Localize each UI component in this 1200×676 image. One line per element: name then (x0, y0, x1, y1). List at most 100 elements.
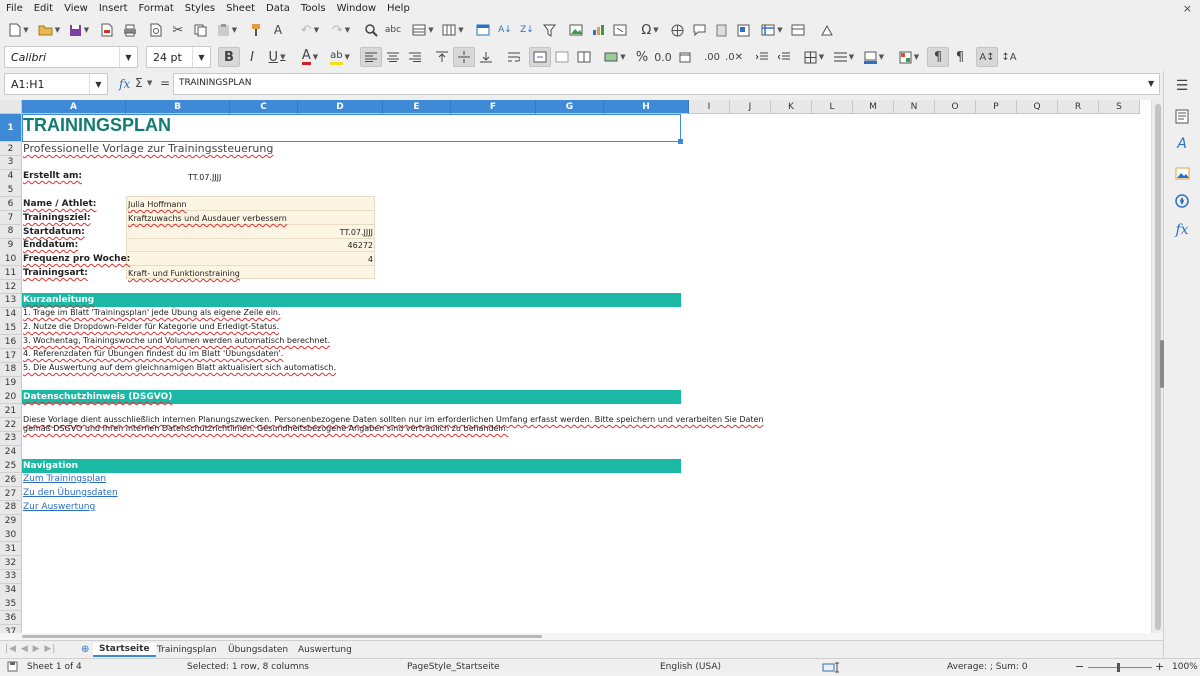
row-header[interactable]: 3 (0, 155, 22, 170)
row-header[interactable]: 5 (0, 183, 22, 198)
guide-line-cell[interactable]: 3. Wochentag, Trainingswoche und Volumen… (23, 336, 330, 345)
conditional-format-icon[interactable]: ▼ (895, 47, 923, 67)
privacy-text-cell[interactable]: gemäß DSGVO und Ihren internen Datenschu… (23, 424, 508, 433)
redo-icon[interactable]: ↷ ▼ (327, 20, 355, 40)
row-header[interactable]: 23 (0, 431, 22, 446)
row-header[interactable]: 11 (0, 266, 22, 281)
vertical-text-ltr-icon[interactable]: A↕ (976, 47, 998, 67)
row-header[interactable]: 8 (0, 224, 22, 239)
row-header[interactable]: 21 (0, 404, 22, 419)
guide-line-cell[interactable]: 5. Die Auswertung auf dem gleichnamigen … (23, 363, 336, 372)
row-header[interactable]: 20 (0, 390, 22, 405)
sum-dropdown-icon[interactable]: ▼ (147, 79, 152, 87)
row-header[interactable]: 4 (0, 169, 22, 184)
insert-chart-icon[interactable] (588, 20, 608, 40)
column-header[interactable]: M (853, 100, 894, 114)
link-trainingsplan[interactable]: Zum Trainingsplan (23, 474, 106, 484)
language[interactable]: English (USA) (660, 662, 721, 672)
save-icon[interactable]: ▼ (65, 20, 93, 40)
row-header[interactable]: 19 (0, 376, 22, 391)
zoom-slider-thumb[interactable] (1117, 663, 1120, 672)
horizontal-scrollbar[interactable] (0, 633, 1163, 640)
functions-icon[interactable]: fx (1173, 221, 1191, 239)
align-top-icon[interactable] (432, 47, 452, 67)
font-size-box[interactable]: 24 pt ▼ (146, 46, 211, 68)
row-header[interactable]: 12 (0, 280, 22, 294)
zoom-out-icon[interactable]: − (1075, 660, 1084, 673)
link-uebungsdaten[interactable]: Zu den Übungsdaten (23, 488, 118, 498)
underline-icon[interactable]: U ▼ (263, 47, 291, 67)
print-icon[interactable] (120, 20, 140, 40)
decrease-indent-icon[interactable] (774, 47, 794, 67)
styles-icon[interactable]: A (1173, 135, 1191, 153)
font-size-dropdown-icon[interactable]: ▼ (192, 47, 210, 67)
column-header[interactable]: H (604, 100, 689, 114)
center-vertically-icon[interactable] (453, 47, 475, 67)
merge-cells-icon[interactable] (552, 47, 572, 67)
expand-formula-icon[interactable]: ▼ (1148, 79, 1154, 88)
column-header[interactable]: G (536, 100, 604, 114)
row-header[interactable]: 24 (0, 445, 22, 460)
highlight-color-icon[interactable]: ab ▼ (326, 47, 354, 67)
freeze-rows-columns-icon[interactable]: ▼ (758, 20, 786, 40)
row-header[interactable]: 32 (0, 556, 22, 570)
column-header[interactable]: C (230, 100, 298, 114)
autofill-handle[interactable] (678, 139, 683, 144)
field-value-cell[interactable]: Kraftzuwachs und Ausdauer verbessern (128, 214, 287, 223)
row-header[interactable]: 14 (0, 307, 22, 322)
open-folder-icon[interactable]: ▼ (35, 20, 63, 40)
row-header[interactable]: 31 (0, 542, 22, 557)
row-header[interactable]: 30 (0, 528, 22, 543)
section-band-quick-guide[interactable]: Kurzanleitung (22, 293, 681, 307)
row-header[interactable]: 10 (0, 252, 22, 267)
date-format-icon[interactable] (675, 47, 695, 67)
add-decimal-icon[interactable]: .00 (702, 47, 722, 67)
unmerge-cells-icon[interactable] (574, 47, 594, 67)
row-header[interactable]: 6 (0, 197, 22, 212)
row-header[interactable]: 35 (0, 597, 22, 612)
properties-icon[interactable] (1173, 107, 1191, 125)
tab-auswertung[interactable]: Auswertung (298, 643, 352, 657)
column-header[interactable]: Q (1017, 100, 1058, 114)
paste-icon[interactable]: ▼ (213, 20, 241, 40)
row-header[interactable]: 33 (0, 569, 22, 584)
number-format-icon[interactable]: 0.0 (653, 47, 673, 67)
row-header[interactable]: 22 (0, 418, 22, 432)
merge-center-icon[interactable] (529, 47, 551, 67)
menu-insert[interactable]: Insert (99, 3, 128, 14)
menu-edit[interactable]: Edit (34, 3, 53, 14)
sort-ascending-icon[interactable]: A↓ (495, 20, 515, 40)
row-header[interactable]: 15 (0, 321, 22, 336)
border-color-icon[interactable]: ▼ (860, 47, 888, 67)
special-character-icon[interactable]: Ω ▼ (636, 20, 664, 40)
copy-icon[interactable] (190, 20, 210, 40)
page-style[interactable]: PageStyle_Startseite (407, 662, 500, 672)
sort-descending-icon[interactable]: Z↓ (517, 20, 537, 40)
align-right-icon[interactable] (405, 47, 425, 67)
column-header[interactable]: O (935, 100, 976, 114)
navigator-icon[interactable] (1173, 192, 1191, 210)
field-label-cell[interactable]: Startdatum: (23, 227, 85, 237)
name-box-dropdown-icon[interactable]: ▼ (89, 74, 107, 94)
spreadsheet-grid[interactable]: ABCDEFGHIJKLMNOPQRS 1 2 3 4 5 6 7 8 9 10 11 12 13 14 1… (0, 100, 1163, 633)
field-value-cell[interactable]: Kraft- und Funktionstraining (128, 269, 240, 278)
row-header[interactable]: 17 (0, 349, 22, 363)
column-header[interactable]: J (730, 100, 771, 114)
section-band-navigation[interactable]: Navigation (22, 459, 681, 473)
export-pdf-icon[interactable] (97, 20, 117, 40)
show-draw-functions-icon[interactable] (816, 20, 836, 40)
column-header[interactable]: L (812, 100, 853, 114)
tab-navigation-arrows-icon[interactable]: |◀ ◀ ▶ ▶| (5, 644, 56, 654)
section-band-privacy[interactable]: Datenschutzhinweis (DSGVO) (22, 390, 681, 404)
zoom-in-icon[interactable]: + (1155, 660, 1164, 673)
tab-startseite[interactable]: Startseite (93, 643, 156, 657)
headers-icon[interactable] (473, 20, 493, 40)
selection-mode-icon[interactable] (822, 662, 842, 676)
column-header[interactable]: R (1058, 100, 1099, 114)
cut-icon[interactable]: ✂ (168, 20, 188, 40)
comment-icon[interactable] (689, 20, 709, 40)
add-sheet-icon[interactable]: ⊕ (81, 644, 89, 655)
bold-icon[interactable]: B (218, 47, 240, 67)
field-value-cell[interactable]: 46272 (300, 241, 373, 250)
column-header[interactable]: F (451, 100, 536, 114)
